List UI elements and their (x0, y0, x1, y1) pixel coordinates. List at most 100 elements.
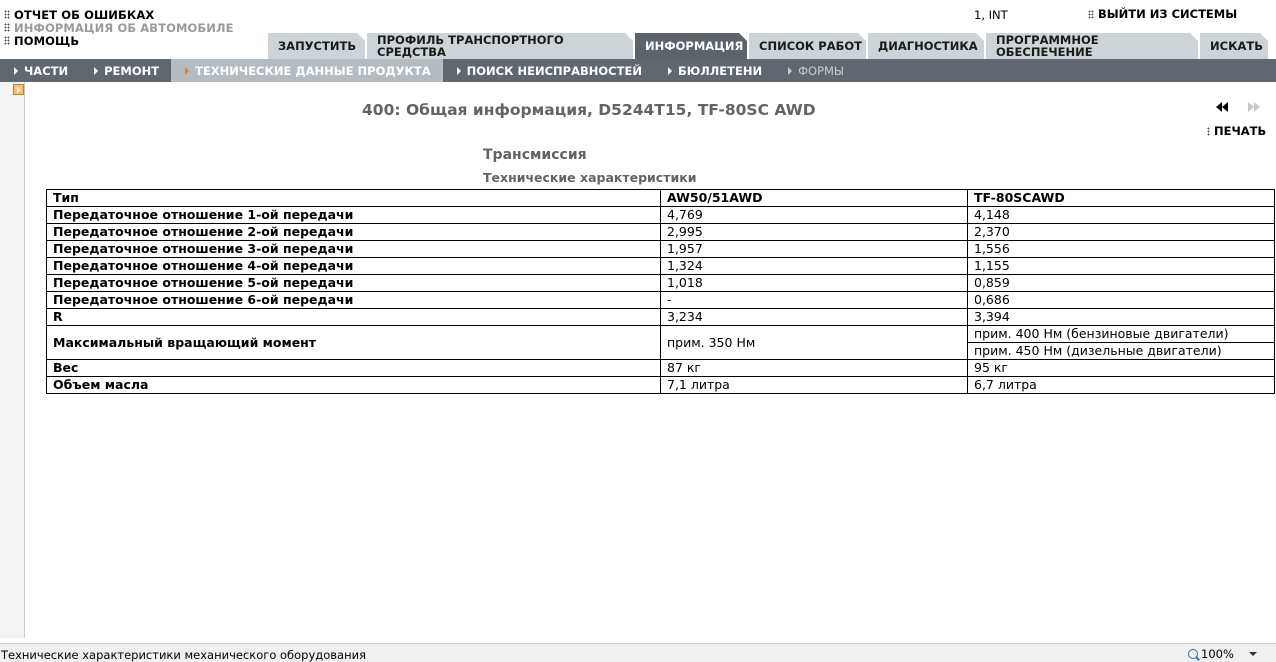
table-header-row: Тип AW50/51AWD TF-80SCAWD (46, 189, 1275, 207)
tab-label: ИНФОРМАЦИЯ (645, 39, 744, 53)
tab-label: ПРОФИЛЬ ТРАНСПОРТНОГО СРЕДСТВА (377, 33, 564, 59)
dots-icon (4, 10, 10, 19)
zoom-icon (1188, 649, 1198, 659)
subnav-bulletins[interactable]: БЮЛЛЕТЕНИ (654, 59, 774, 82)
table-row: Максимальный вращающий момент прим. 350 … (46, 325, 1275, 360)
tab-vehicle-profile[interactable]: ПРОФИЛЬ ТРАНСПОРТНОГО СРЕДСТВА (367, 33, 634, 59)
table-cell: 1,556 (967, 240, 1275, 258)
subnav-parts[interactable]: ЧАСТИ (0, 59, 80, 82)
tab-label: ЗАПУСТИТЬ (278, 39, 357, 53)
table-cell: 87 кг (660, 359, 968, 377)
dots-icon (4, 36, 10, 45)
arrow-right-icon (456, 66, 461, 75)
tab-search[interactable]: ИСКАТЬ (1200, 33, 1269, 59)
table-cell: 2,370 (967, 223, 1275, 241)
subnav-label: ФОРМЫ (798, 63, 845, 78)
row-label: Объем масла (46, 376, 661, 394)
header-cell: TF-80SCAWD (967, 189, 1275, 207)
zoom-control[interactable]: 100% (1188, 647, 1257, 661)
arrow-right-icon (14, 66, 18, 75)
row-label: Передаточное отношение 5-ой передачи (46, 274, 661, 292)
error-report-label: ОТЧЕТ ОБ ОШИБКАХ (14, 7, 155, 22)
subnav-label: ЧАСТИ (24, 63, 69, 78)
table-cell: 4,148 (967, 206, 1275, 224)
tab-label: СПИСОК РАБОТ (759, 39, 863, 53)
table-row: Передаточное отношение 5-ой передачи 1,01… (46, 274, 1275, 292)
table-cell: - (660, 291, 968, 309)
help-label: ПОМОЩЬ (14, 33, 80, 48)
sub-nav: ЧАСТИ РЕМОНТ ТЕХНИЧЕСКИЕ ДАННЫЕ ПРОДУКТА… (0, 59, 1276, 82)
error-report-link[interactable]: ОТЧЕТ ОБ ОШИБКАХ (4, 7, 234, 22)
tab-label: ДИАГНОСТИКА (878, 39, 978, 53)
row-label: Передаточное отношение 2-ой передачи (46, 223, 661, 241)
row-label: Вес (46, 359, 661, 377)
arrow-right-icon (667, 66, 672, 75)
row-label: R (46, 308, 661, 326)
table-row: Передаточное отношение 1-ой передачи 4,76… (46, 206, 1275, 224)
logout-label: ВЫЙТИ ИЗ СИСТЕМЫ (1098, 7, 1238, 21)
dots-icon (4, 23, 10, 32)
main-tabs: ЗАПУСТИТЬ ПРОФИЛЬ ТРАНСПОРТНОГО СРЕДСТВА… (268, 33, 1270, 59)
row-label: Передаточное отношение 3-ой передачи (46, 240, 661, 258)
next-page-icon (1248, 102, 1260, 112)
subnav-forms: ФОРМЫ (774, 59, 856, 82)
spec-table: Тип AW50/51AWD TF-80SCAWD Передаточное о… (46, 189, 1275, 394)
table-row: Передаточное отношение 2-ой передачи 2,99… (46, 223, 1275, 241)
subnav-repair[interactable]: РЕМОНТ (80, 59, 171, 82)
row-label: Передаточное отношение 1-ой передачи (46, 206, 661, 224)
tab-information[interactable]: ИНФОРМАЦИЯ (635, 33, 748, 59)
previous-page-icon[interactable] (1216, 102, 1228, 112)
table-row: Передаточное отношение 3-ой передачи 1,95… (46, 240, 1275, 258)
tab-software[interactable]: ПРОГРАММНОЕ ОБЕСПЕЧЕНИЕ (986, 33, 1199, 59)
logout-link[interactable]: ВЫЙТИ ИЗ СИСТЕМЫ (1088, 7, 1237, 21)
status-bar: Технические характеристики механического… (0, 643, 1276, 662)
table-cell: 0,859 (967, 274, 1275, 292)
user-info: 1, INT (974, 8, 1008, 22)
print-label: ПЕЧАТЬ (1214, 124, 1267, 138)
vehicle-info-link: ИНФОРМАЦИЯ ОБ АВТОМОБИЛЕ (4, 21, 234, 35)
left-gutter (0, 82, 25, 638)
subnav-label: ПОИСК НЕИСПРАВНОСТЕЙ (466, 63, 642, 78)
table-cell: прим. 450 Нм (дизельные двигатели) (967, 342, 1275, 360)
table-cell: 0,686 (967, 291, 1275, 309)
table-cell: 3,234 (660, 308, 968, 326)
tab-work-list[interactable]: СПИСОК РАБОТ (749, 33, 867, 59)
arrow-right-icon (94, 66, 99, 75)
arrow-right-icon (185, 66, 190, 75)
help-link[interactable]: ПОМОЩЬ (4, 33, 234, 48)
table-cell: 1,155 (967, 257, 1275, 275)
dots-icon (1207, 126, 1210, 136)
tab-diagnostics[interactable]: ДИАГНОСТИКА (868, 33, 985, 59)
print-link[interactable]: ПЕЧАТЬ (1207, 124, 1266, 138)
table-cell: 95 кг (967, 359, 1275, 377)
subnav-label: БЮЛЛЕТЕНИ (677, 63, 763, 78)
arrow-right-icon (788, 66, 793, 75)
table-row: Объем масла 7,1 литра 6,7 литра (46, 376, 1275, 394)
row-label: Максимальный вращающий момент (46, 325, 661, 360)
subsection-title: Технические характеристики (483, 170, 697, 185)
table-row: Вес 87 кг 95 кг (46, 359, 1275, 377)
table-cell: 1,957 (660, 240, 968, 258)
table-cell: 7,1 литра (660, 376, 968, 394)
subnav-label: ТЕХНИЧЕСКИЕ ДАННЫЕ ПРОДУКТА (195, 63, 431, 78)
row-label: Передаточное отношение 4-ой передачи (46, 257, 661, 275)
tab-label: ПРОГРАММНОЕ ОБЕСПЕЧЕНИЕ (996, 33, 1099, 59)
subnav-label: РЕМОНТ (104, 63, 160, 78)
subnav-troubleshooting[interactable]: ПОИСК НЕИСПРАВНОСТЕЙ (443, 59, 654, 82)
table-cell: 2,995 (660, 223, 968, 241)
row-label: Передаточное отношение 6-ой передачи (46, 291, 661, 309)
table-cell: 3,394 (967, 308, 1275, 326)
table-row: Передаточное отношение 6-ой передачи -0,6… (46, 291, 1275, 309)
header-cell: Тип (46, 189, 661, 207)
status-text: Технические характеристики механического… (1, 648, 367, 662)
header-cell: AW50/51AWD (660, 189, 968, 207)
expand-panel-icon[interactable] (13, 84, 24, 95)
section-title: Трансмиссия (483, 147, 587, 163)
subnav-product-tech-data[interactable]: ТЕХНИЧЕСКИЕ ДАННЫЕ ПРОДУКТА (171, 59, 443, 82)
chevron-down-icon[interactable] (1248, 652, 1257, 656)
tab-start[interactable]: ЗАПУСТИТЬ (268, 33, 366, 59)
table-cell: 1,018 (660, 274, 968, 292)
table-cell: 6,7 литра (967, 376, 1275, 394)
table-cell: прим. 400 Нм (бензиновые двигатели) (967, 325, 1275, 343)
doc-navigation (1216, 102, 1260, 112)
